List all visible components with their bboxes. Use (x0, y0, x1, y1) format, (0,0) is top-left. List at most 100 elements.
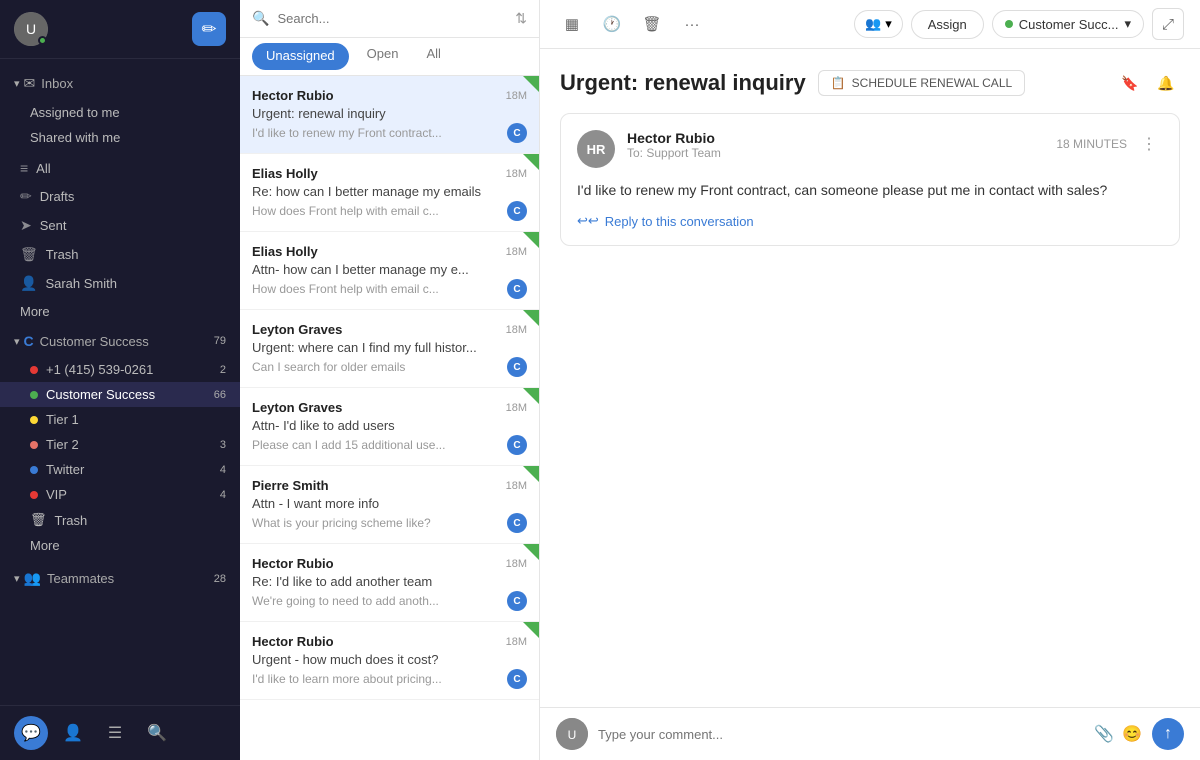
list-item[interactable]: Leyton Graves 18M Urgent: where can I fi… (240, 310, 539, 388)
list-item[interactable]: Hector Rubio 18M Urgent - how much does … (240, 622, 539, 700)
conv-sender: Hector Rubio (252, 634, 334, 649)
sidebar-item-sarah-smith[interactable]: 👤 Sarah Smith (0, 269, 240, 298)
conv-preview-text: How does Front help with email c... (252, 282, 439, 296)
sidebar-item-cs-more[interactable]: More (0, 533, 240, 558)
svg-text:U: U (26, 21, 36, 37)
sidebar-item-trash[interactable]: 🗑 Trash (0, 240, 240, 269)
sidebar-item-assigned-to-me[interactable]: Assigned to me (0, 100, 240, 125)
chevron-down-icon-teammates: ▾ (14, 572, 20, 585)
conv-preview-text: We're going to need to add anoth... (252, 594, 439, 608)
bookmark-icon-button[interactable]: 🔖 (1116, 69, 1144, 97)
sidebar-item-customer-success[interactable]: ▾ C Customer Success 79 (0, 325, 240, 357)
list-item[interactable]: Elias Holly 18M Re: how can I better man… (240, 154, 539, 232)
sent-label: Sent (40, 218, 67, 233)
conv-item-top: Hector Rubio 18M (252, 556, 527, 571)
assign-button[interactable]: Assign (911, 10, 984, 39)
attach-icon[interactable]: 📎 (1094, 724, 1114, 744)
sent-icon: ➤ (20, 217, 32, 234)
sidebar-item-cs-inbox[interactable]: Customer Success 66 (0, 382, 240, 407)
reply-link[interactable]: ↩↩ Reply to this conversation (577, 213, 1163, 229)
trash-icon-button[interactable]: 🗑 (636, 8, 668, 40)
cs-icon: C (24, 333, 34, 349)
team-dropdown[interactable]: Customer Succ... ▾ (992, 10, 1144, 38)
cs-inbox-label: Customer Success (46, 387, 155, 402)
sidebar-item-teammates[interactable]: ▾ 👥 Teammates 28 (0, 562, 240, 595)
conv-preview-text: Please can I add 15 additional use... (252, 438, 445, 452)
drafts-icon: ✏ (20, 188, 32, 205)
tab-open[interactable]: Open (353, 38, 413, 76)
conv-subject: Re: how can I better manage my emails (252, 184, 527, 199)
conv-avatar-badge: C (507, 435, 527, 455)
conv-preview-text: Can I search for older emails (252, 360, 405, 374)
corner-flag (523, 544, 539, 560)
conv-avatar-badge: C (507, 279, 527, 299)
conv-preview: I'd like to learn more about pricing... … (252, 669, 527, 689)
expand-button[interactable]: ⤢ (1152, 8, 1184, 40)
search-icon-button[interactable]: 🔍 (140, 716, 174, 750)
all-label: All (36, 161, 50, 176)
schedule-renewal-button[interactable]: 📋 SCHEDULE RENEWAL CALL (818, 70, 1025, 96)
tab-all[interactable]: All (412, 38, 454, 76)
list-item[interactable]: Elias Holly 18M Attn- how can I better m… (240, 232, 539, 310)
sidebar-item-tier1[interactable]: Tier 1 (0, 407, 240, 432)
message-time-area: 18 MINUTES ⋮ (1056, 130, 1163, 158)
conv-item-top: Leyton Graves 18M (252, 322, 527, 337)
list-item[interactable]: Leyton Graves 18M Attn- I'd like to add … (240, 388, 539, 466)
comment-bar: U 📎 😊 ↑ (540, 707, 1200, 760)
sidebar-item-shared-with-me[interactable]: Shared with me (0, 125, 240, 150)
list-item[interactable]: Pierre Smith 18M Attn - I want more info… (240, 466, 539, 544)
tier1-label: Tier 1 (46, 412, 79, 427)
sidebar-item-inbox[interactable]: ▾ ✉ Inbox (0, 67, 240, 100)
grid-icon-button[interactable]: ☰ (98, 716, 132, 750)
more-icon-button[interactable]: ··· (676, 8, 708, 40)
calendar-icon-button[interactable]: ▦ (556, 8, 588, 40)
bookmark-icon: 🔖 (1121, 75, 1138, 92)
conversation-title: Urgent: renewal inquiry (560, 70, 806, 96)
phone-badge: 2 (220, 364, 226, 376)
conv-preview-text: What is your pricing scheme like? (252, 516, 431, 530)
message-more-button[interactable]: ⋮ (1135, 130, 1163, 158)
drafts-label: Drafts (40, 189, 75, 204)
trash-icon: 🗑 (642, 15, 661, 33)
conv-preview: What is your pricing scheme like? C (252, 513, 527, 533)
profile-icon-button[interactable]: 👤 (56, 716, 90, 750)
tab-unassigned[interactable]: Unassigned (252, 43, 349, 70)
sidebar-item-all[interactable]: ≡ All (0, 154, 240, 182)
message-sender-info: Hector Rubio To: Support Team (627, 130, 721, 160)
send-icon: ↑ (1164, 725, 1172, 743)
sidebar-item-drafts[interactable]: ✏ Drafts (0, 182, 240, 211)
emoji-icon[interactable]: 😊 (1122, 724, 1142, 744)
teammates-label: Teammates (47, 571, 114, 586)
vip-dot (30, 491, 38, 499)
list-item[interactable]: Hector Rubio 18M Urgent: renewal inquiry… (240, 76, 539, 154)
sidebar-item-sent[interactable]: ➤ Sent (0, 211, 240, 240)
sarah-smith-label: Sarah Smith (45, 276, 117, 291)
filter-icon[interactable]: ⇅ (515, 10, 527, 27)
reply-label: Reply to this conversation (605, 214, 754, 229)
conv-preview-text: How does Front help with email c... (252, 204, 439, 218)
search-input[interactable] (277, 11, 507, 26)
chat-icon-button[interactable]: 💬 (14, 716, 48, 750)
clock-icon-button[interactable]: 🕐 (596, 8, 628, 40)
compose-button[interactable]: ✏ (192, 12, 226, 46)
all-icon: ≡ (20, 160, 28, 176)
conv-sender: Pierre Smith (252, 478, 329, 493)
sidebar-item-vip[interactable]: VIP 4 (0, 482, 240, 507)
title-icons: 🔖 🔔 (1116, 69, 1180, 97)
teammates-badge: 28 (214, 573, 226, 585)
sidebar-item-twitter[interactable]: Twitter 4 (0, 457, 240, 482)
assignee-dropdown[interactable]: 👥 ▾ (854, 10, 903, 38)
chevron-down-icon: ▾ (14, 77, 20, 90)
bell-icon-button[interactable]: 🔔 (1152, 69, 1180, 97)
sidebar-item-more[interactable]: More (0, 298, 240, 325)
send-button[interactable]: ↑ (1152, 718, 1184, 750)
schedule-label: SCHEDULE RENEWAL CALL (852, 76, 1013, 90)
sidebar-item-cs-trash[interactable]: 🗑 Trash (0, 507, 240, 533)
sidebar-item-phone[interactable]: +1 (415) 539-0261 2 (0, 357, 240, 382)
list-item[interactable]: Hector Rubio 18M Re: I'd like to add ano… (240, 544, 539, 622)
corner-flag (523, 76, 539, 92)
sidebar-item-tier2[interactable]: Tier 2 3 (0, 432, 240, 457)
vip-badge: 4 (220, 489, 226, 501)
tier2-badge: 3 (220, 439, 226, 451)
comment-input[interactable] (598, 727, 1084, 742)
